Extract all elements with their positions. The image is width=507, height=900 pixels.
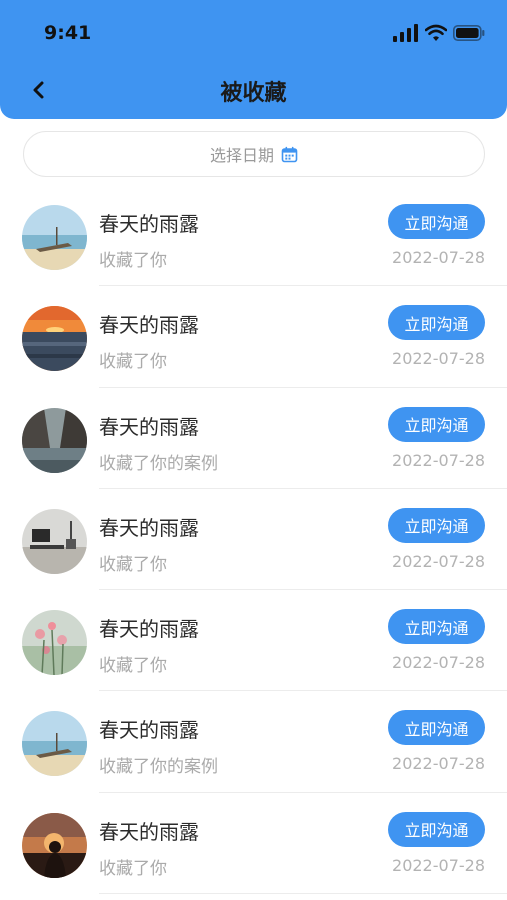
- activity-text: 收藏了你的案例: [99, 757, 218, 778]
- user-name: 春天的雨露: [99, 212, 199, 236]
- list-item[interactable]: 春天的雨露 收藏了你的案例 立即沟通 2022-07-28: [0, 691, 507, 793]
- user-name: 春天的雨露: [99, 515, 199, 540]
- list-item[interactable]: 春天的雨露 收藏了你 立即沟通 2022-07-28: [0, 185, 507, 287]
- user-name: 春天的雨露: [99, 313, 199, 338]
- wifi-icon: [425, 24, 447, 41]
- activity-text: 收藏了你: [99, 352, 167, 373]
- activity-date: 2022-07-28: [392, 551, 485, 571]
- pink-flowers-avatar[interactable]: [22, 610, 87, 676]
- page-title: 被收藏: [220, 81, 287, 106]
- app-header: 9:41 被收藏: [0, 0, 507, 119]
- nav-bar: 被收藏: [0, 66, 507, 114]
- sunset-sea-avatar[interactable]: [22, 306, 87, 372]
- contact-now-button[interactable]: 立即沟通: [388, 204, 485, 239]
- activity-text: 收藏了你: [99, 554, 167, 575]
- user-name: 春天的雨露: [99, 718, 199, 743]
- user-name: 春天的雨露: [99, 819, 199, 844]
- desk-workspace-avatar[interactable]: [22, 508, 87, 574]
- row-divider: [99, 893, 507, 895]
- contact-now-button[interactable]: 立即沟通: [388, 609, 485, 645]
- contact-now-button[interactable]: 立即沟通: [388, 710, 485, 746]
- activity-text: 收藏了你: [99, 858, 167, 879]
- activity-date: 2022-07-28: [392, 349, 485, 369]
- mountain-lake-avatar[interactable]: [22, 407, 87, 473]
- calendar-icon: [281, 146, 298, 162]
- sunset-silhouette-avatar[interactable]: [22, 812, 87, 878]
- battery-icon: [453, 25, 485, 41]
- beach-boat-avatar[interactable]: [22, 205, 87, 270]
- contact-now-button[interactable]: 立即沟通: [388, 406, 485, 442]
- favorites-list: 春天的雨露 收藏了你 立即沟通 2022-07-28 春天的雨露 收藏了你 立即…: [0, 185, 507, 895]
- user-name: 春天的雨露: [99, 414, 199, 439]
- list-item[interactable]: 春天的雨露 收藏了你 立即沟通 2022-07-28: [0, 590, 507, 692]
- user-name: 春天的雨露: [99, 617, 199, 642]
- activity-date: 2022-07-28: [392, 653, 485, 673]
- activity-date: 2022-07-28: [392, 855, 485, 875]
- status-time: 9:41: [44, 22, 92, 44]
- list-item[interactable]: 春天的雨露 收藏了你 立即沟通 2022-07-28: [0, 793, 507, 895]
- activity-text: 收藏了你: [99, 656, 167, 677]
- date-picker-button[interactable]: 选择日期: [23, 131, 485, 177]
- activity-date: 2022-07-28: [392, 248, 485, 267]
- date-picker-label: 选择日期: [209, 146, 274, 165]
- activity-text: 收藏了你的案例: [99, 453, 218, 474]
- status-icons: [393, 24, 485, 42]
- beach-boat-avatar[interactable]: [22, 711, 87, 777]
- status-bar: 9:41: [0, 0, 507, 66]
- activity-text: 收藏了你: [99, 251, 167, 271]
- list-item[interactable]: 春天的雨露 收藏了你 立即沟通 2022-07-28: [0, 286, 507, 388]
- list-item[interactable]: 春天的雨露 收藏了你的案例 立即沟通 2022-07-28: [0, 388, 507, 489]
- contact-now-button[interactable]: 立即沟通: [388, 305, 485, 341]
- cellular-signal-icon: [393, 24, 418, 42]
- contact-now-button[interactable]: 立即沟通: [388, 811, 485, 847]
- list-item[interactable]: 春天的雨露 收藏了你 立即沟通 2022-07-28: [0, 489, 507, 591]
- activity-date: 2022-07-28: [392, 450, 485, 470]
- contact-now-button[interactable]: 立即沟通: [388, 507, 485, 543]
- activity-date: 2022-07-28: [392, 754, 485, 774]
